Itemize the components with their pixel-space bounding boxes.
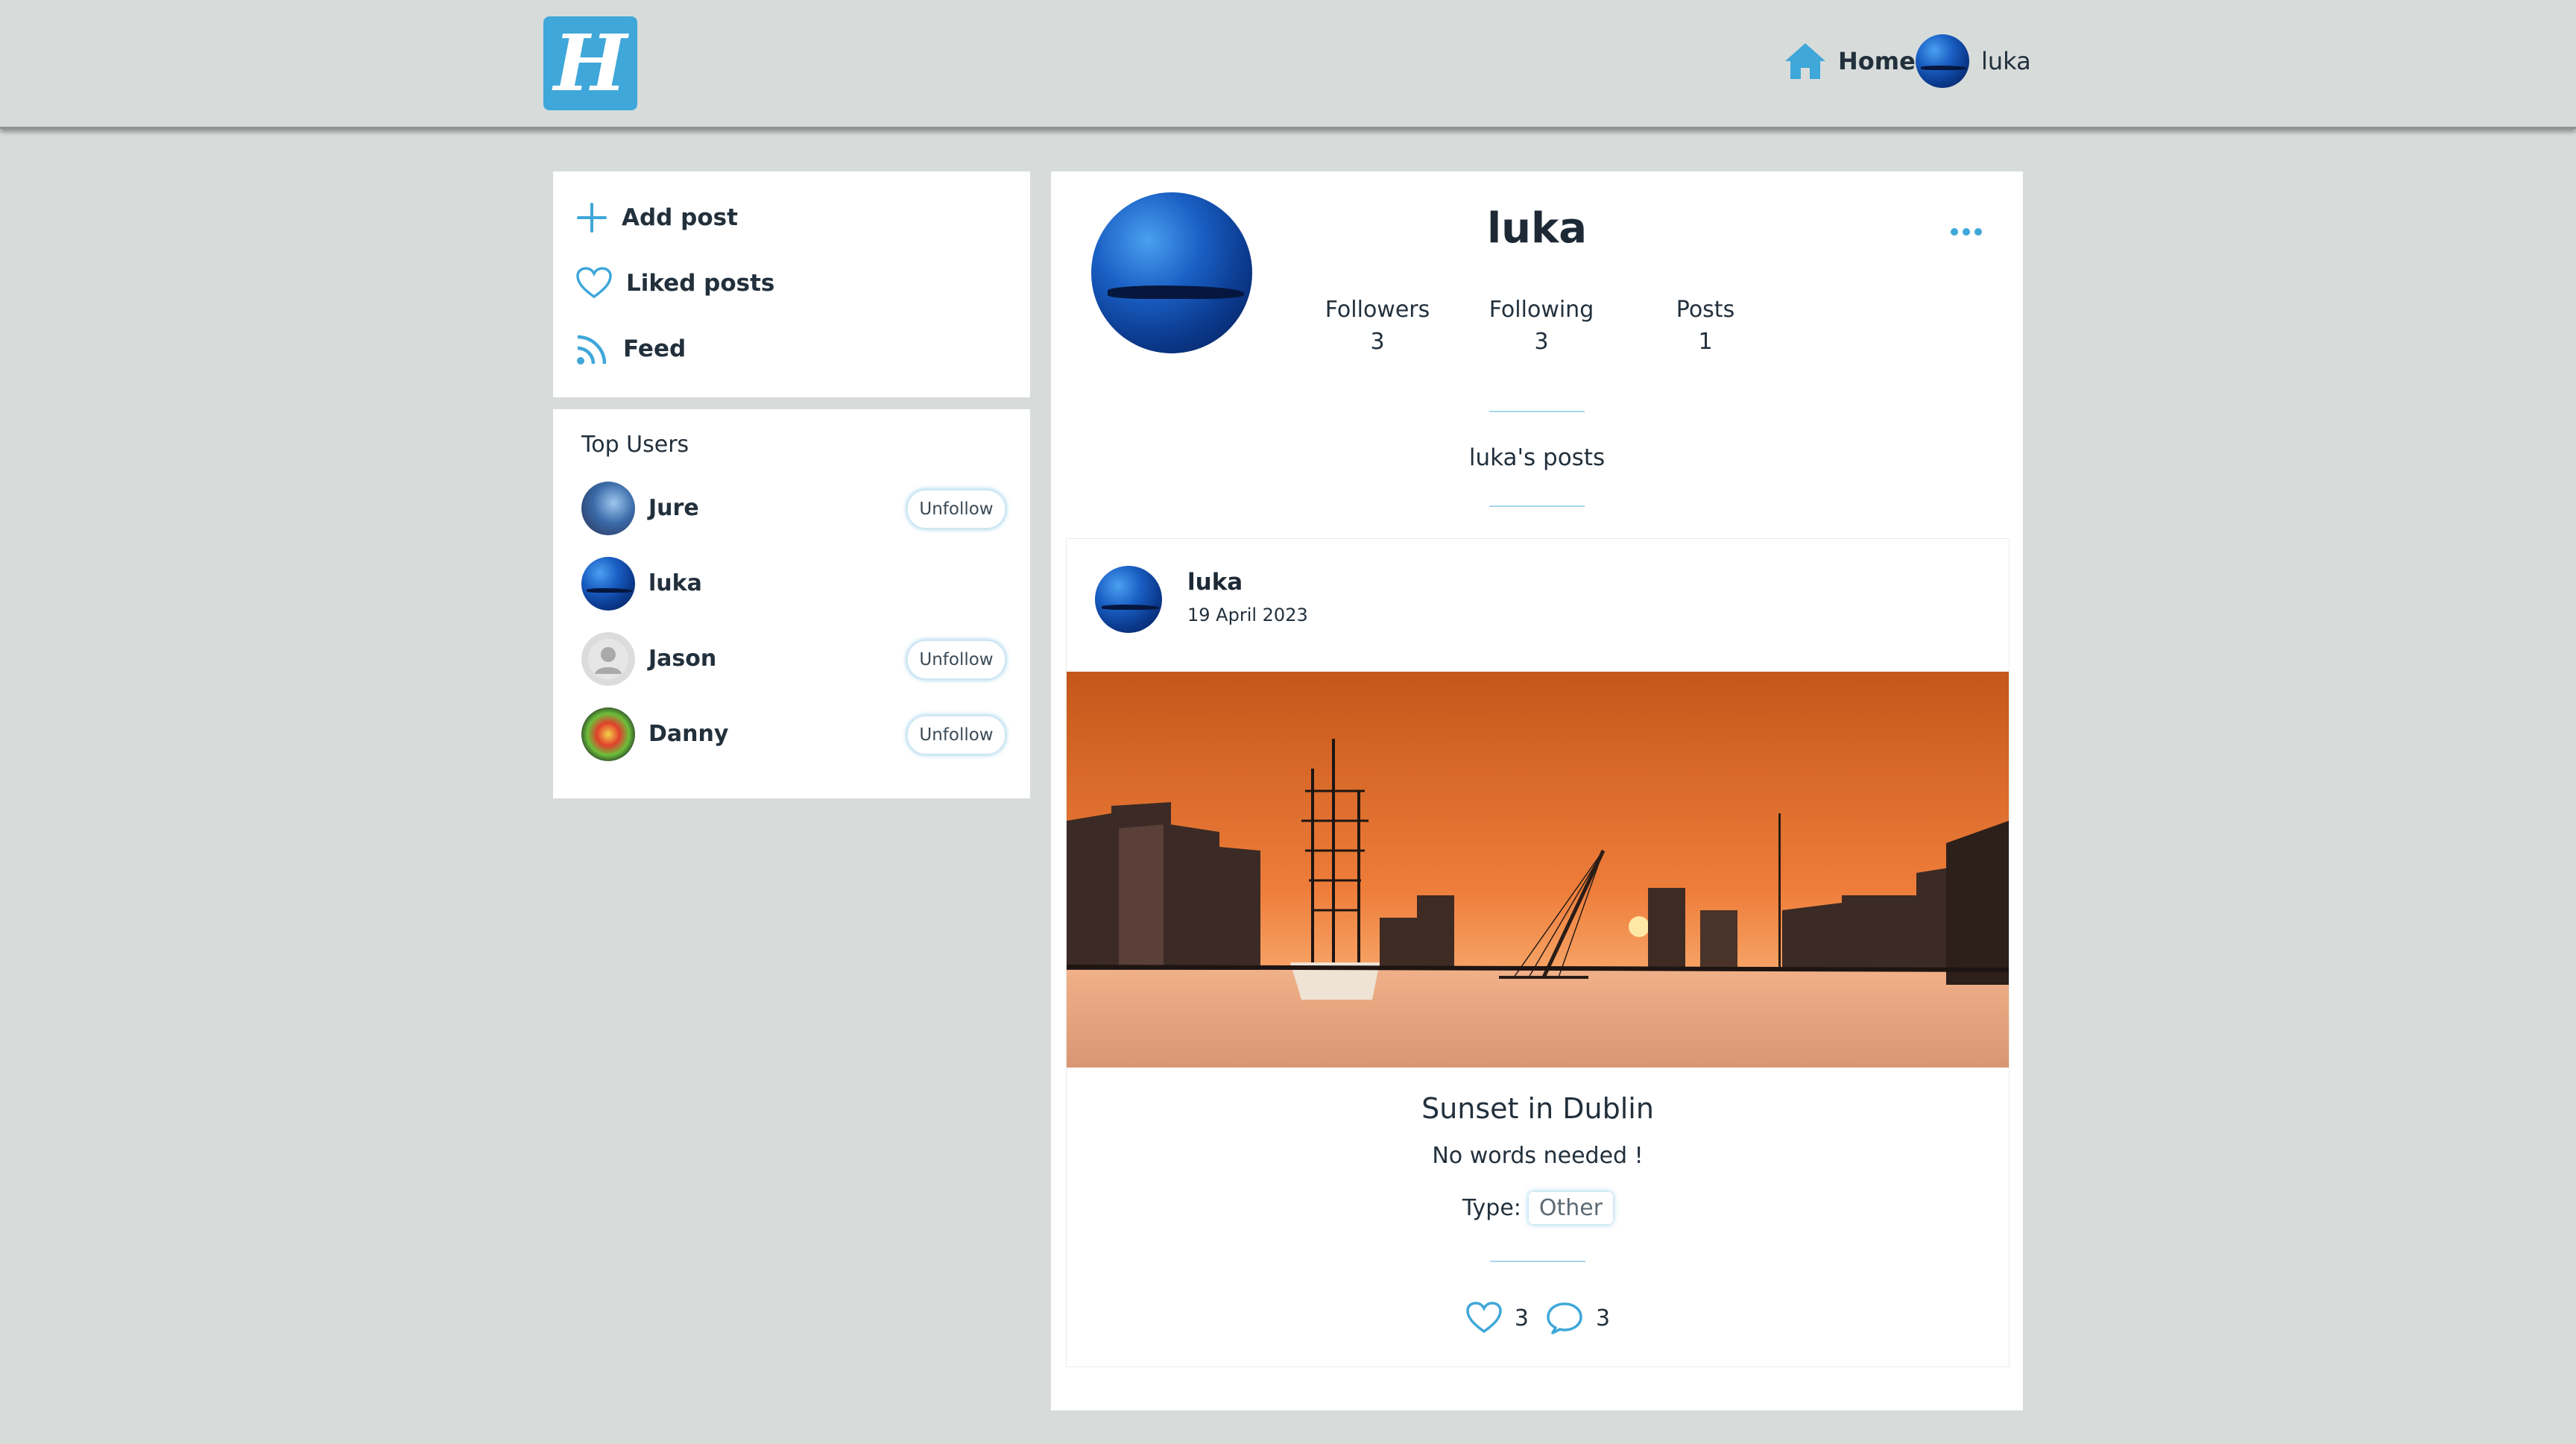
- profile-card: luka Followers 3 Following 3 Posts 1 luk…: [1051, 171, 2023, 1410]
- top-user-row[interactable]: luka: [581, 555, 1006, 612]
- rss-icon: [577, 335, 607, 365]
- add-post-button[interactable]: Add post: [575, 195, 738, 240]
- stat-label: Following: [1489, 297, 1594, 323]
- post-type-chip[interactable]: Other: [1528, 1192, 1614, 1224]
- posts-heading: luka's posts: [1468, 444, 1606, 471]
- unfollow-button[interactable]: Unfollow: [906, 640, 1006, 680]
- heart-icon: [576, 267, 612, 299]
- feed-button[interactable]: Feed: [575, 327, 686, 371]
- top-user-name: Danny: [648, 721, 729, 747]
- top-user-row[interactable]: Jason Unfollow: [581, 631, 1006, 687]
- add-post-label: Add post: [622, 204, 738, 231]
- post-author-name[interactable]: luka: [1187, 569, 1243, 596]
- post-author-avatar[interactable]: [1095, 566, 1162, 633]
- posts-stat: Posts 1: [1638, 297, 1772, 355]
- sidebar-menu-card: Add post Liked posts Feed: [553, 171, 1030, 397]
- post-actions: 3 3: [1067, 1301, 2009, 1335]
- top-users-title: Top Users: [581, 432, 689, 458]
- top-user-row[interactable]: Jure Unfollow: [581, 480, 1006, 537]
- post-type: Type: Other: [1067, 1192, 2009, 1224]
- home-icon: [1785, 43, 1825, 79]
- stat-label: Posts: [1676, 297, 1735, 323]
- nav-username: luka: [1981, 47, 2031, 75]
- top-user-name: Jure: [648, 495, 699, 521]
- avatar: [581, 482, 635, 535]
- comment-button[interactable]: 3: [1545, 1301, 1610, 1335]
- stat-value: 3: [1534, 329, 1549, 355]
- divider: [1489, 505, 1585, 507]
- more-options-icon[interactable]: [1944, 221, 1989, 243]
- plus-icon: [577, 203, 607, 233]
- liked-posts-button[interactable]: Liked posts: [575, 261, 774, 306]
- avatar: [581, 632, 635, 686]
- like-count: 3: [1514, 1305, 1529, 1331]
- divider: [1489, 411, 1585, 412]
- nav-profile-link[interactable]: luka: [1916, 34, 2031, 88]
- like-button[interactable]: 3: [1465, 1302, 1529, 1334]
- unfollow-button[interactable]: Unfollow: [906, 715, 1006, 755]
- liked-posts-label: Liked posts: [626, 270, 775, 297]
- following-stat[interactable]: Following 3: [1474, 297, 1609, 355]
- comment-icon: [1547, 1302, 1582, 1334]
- nav-avatar: [1916, 34, 1969, 88]
- top-user-name: Jason: [648, 646, 717, 672]
- divider: [1490, 1261, 1585, 1262]
- feed-label: Feed: [623, 335, 686, 362]
- avatar: [581, 707, 635, 761]
- post-date: 19 April 2023: [1187, 605, 1308, 625]
- post-card: luka 19 April 2023 Sunset in Dublin No w…: [1066, 538, 2010, 1367]
- post-image[interactable]: [1067, 672, 2009, 1068]
- post-description: No words needed !: [1432, 1143, 1644, 1169]
- post-title: Sunset in Dublin: [1421, 1092, 1654, 1125]
- stat-value: 1: [1698, 329, 1713, 355]
- nav-home-link[interactable]: Home: [1783, 37, 1916, 85]
- profile-name: luka: [1486, 204, 1588, 253]
- unfollow-button[interactable]: Unfollow: [906, 489, 1006, 529]
- top-user-row[interactable]: Danny Unfollow: [581, 706, 1006, 763]
- avatar: [581, 557, 635, 611]
- top-users-card: Top Users Jure Unfollow luka Jason Unfol…: [553, 409, 1030, 798]
- heart-icon: [1466, 1302, 1502, 1334]
- default-user-icon: [588, 639, 628, 679]
- app-logo[interactable]: H: [543, 16, 637, 110]
- top-navbar: H Home luka: [0, 0, 2576, 129]
- nav-home-label: Home: [1838, 47, 1916, 75]
- stat-label: Followers: [1325, 297, 1430, 323]
- stat-value: 3: [1370, 329, 1385, 355]
- post-type-label: Type:: [1462, 1195, 1521, 1221]
- top-user-name: luka: [648, 570, 702, 596]
- followers-stat[interactable]: Followers 3: [1310, 297, 1445, 355]
- comment-count: 3: [1596, 1305, 1611, 1331]
